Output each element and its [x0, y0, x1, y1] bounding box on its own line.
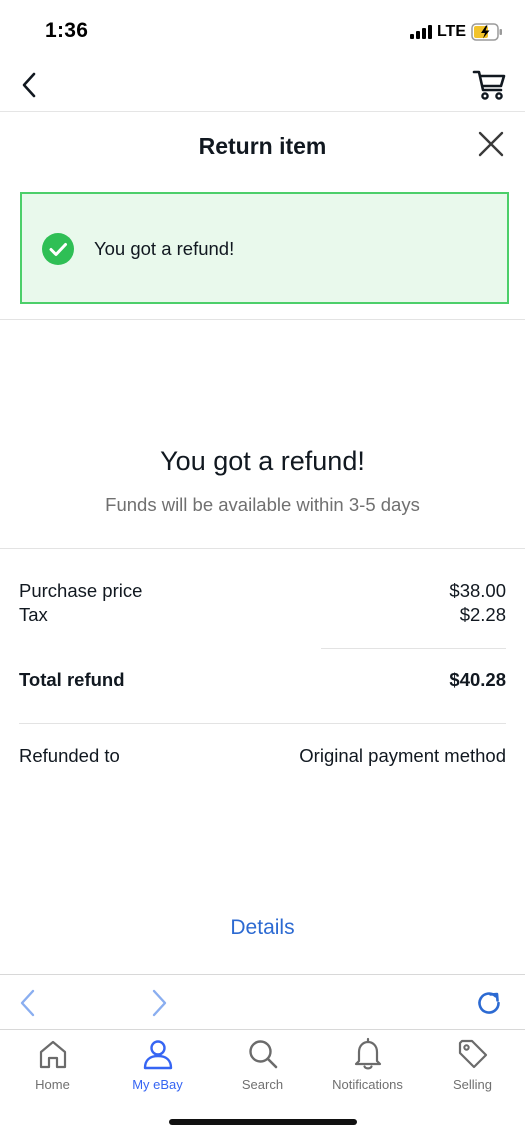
chevron-left-icon [20, 989, 35, 1017]
signal-icon [409, 25, 432, 39]
chevron-left-icon [22, 72, 36, 98]
details-link[interactable]: Details [0, 916, 525, 940]
person-icon [143, 1040, 172, 1070]
top-navigation [0, 60, 525, 112]
chevron-right-icon [152, 989, 167, 1017]
refunded-to-label: Refunded to [19, 745, 120, 766]
divider [0, 319, 525, 320]
tab-bar: Home My eBay Search Notifications Sellin… [0, 1031, 525, 1111]
subtotal-divider [321, 648, 506, 649]
tab-label: Notifications [332, 1077, 403, 1092]
divider [0, 548, 525, 549]
status-indicators: LTE [409, 22, 503, 42]
close-icon [478, 131, 504, 157]
status-bar: 1:36 LTE [0, 0, 525, 60]
total-refund-label: Total refund [19, 669, 125, 690]
purchase-price-label: Purchase price [19, 580, 143, 601]
status-time: 1:36 [45, 19, 89, 42]
success-banner: You got a refund! [20, 192, 509, 304]
home-indicator[interactable] [169, 1119, 357, 1125]
check-circle-icon [42, 233, 74, 265]
page-title: Return item [198, 133, 327, 159]
divider [19, 723, 506, 724]
cart-button[interactable] [471, 66, 507, 102]
browser-controls [0, 974, 525, 1030]
tab-my-ebay[interactable]: My eBay [105, 1037, 210, 1101]
banner-message: You got a refund! [94, 238, 235, 259]
tab-label: My eBay [132, 1077, 183, 1092]
refunded-to-value: Original payment method [299, 745, 506, 766]
tab-label: Selling [452, 1077, 493, 1092]
cart-icon [472, 70, 506, 100]
title-bar: Return item [0, 112, 525, 182]
tax-label: Tax [19, 604, 48, 625]
close-button[interactable] [477, 130, 505, 158]
total-refund-value: $40.28 [449, 669, 506, 690]
tab-selling[interactable]: Selling [420, 1037, 525, 1101]
search-icon [248, 1040, 277, 1069]
back-button[interactable] [14, 68, 44, 102]
home-icon [39, 1040, 66, 1069]
browser-back-button[interactable] [12, 987, 44, 1019]
tab-search[interactable]: Search [210, 1037, 315, 1101]
browser-forward-button[interactable] [143, 987, 175, 1019]
network-label: LTE [436, 23, 466, 40]
purchase-price-value: $38.00 [449, 580, 506, 601]
tax-value: $2.28 [459, 604, 506, 625]
tab-label: Search [241, 1077, 284, 1092]
tag-icon [458, 1039, 487, 1069]
bell-icon [354, 1037, 381, 1070]
tab-label: Home [35, 1077, 70, 1092]
tab-home[interactable]: Home [0, 1037, 105, 1101]
tab-notifications[interactable]: Notifications [315, 1037, 420, 1101]
refresh-button[interactable] [473, 987, 505, 1019]
refund-heading: You got a refund! [160, 446, 365, 476]
battery-charging-icon [471, 23, 502, 41]
refund-subtitle: Funds will be available within 3-5 days [105, 494, 420, 515]
refresh-icon [478, 992, 500, 1014]
